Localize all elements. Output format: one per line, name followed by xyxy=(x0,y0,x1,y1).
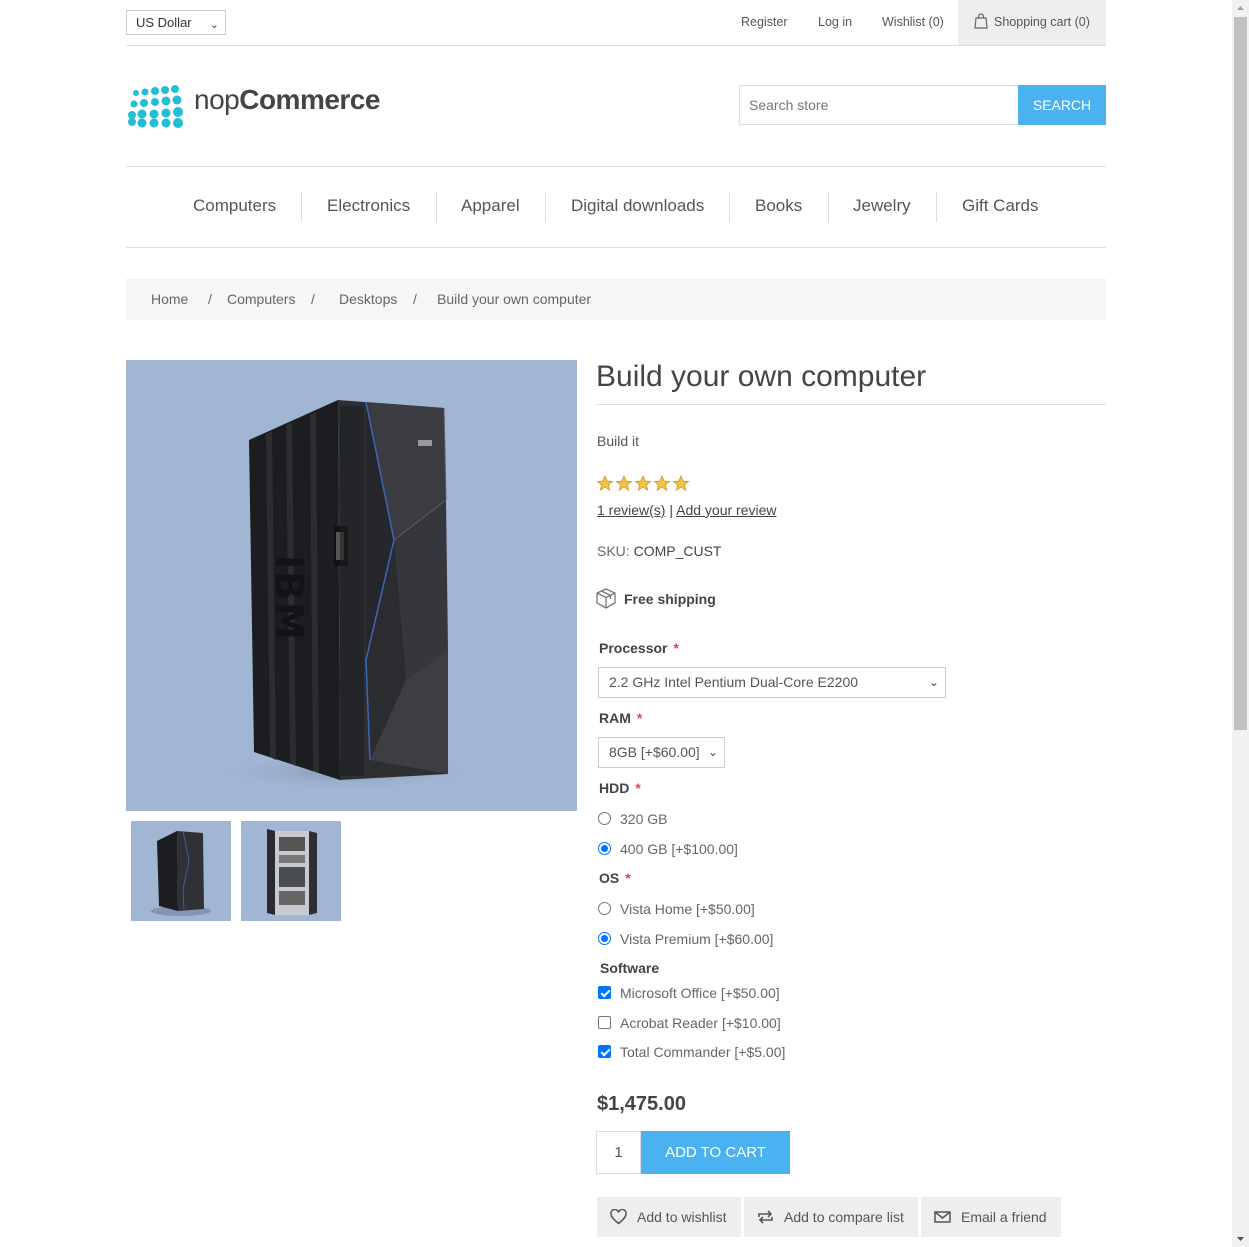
ram-label: RAM * xyxy=(599,710,643,726)
processor-selected: 2.2 GHz Intel Pentium Dual-Core E2200 xyxy=(609,674,859,690)
nav-books[interactable]: Books xyxy=(755,194,802,218)
wishlist-label: Add to wishlist xyxy=(637,1209,727,1225)
review-links: 1 review(s) | Add your review xyxy=(597,502,777,518)
cart-label: Shopping cart (0) xyxy=(994,15,1090,29)
checkbox[interactable] xyxy=(598,986,611,999)
nav-digital-downloads[interactable]: Digital downloads xyxy=(571,194,704,218)
breadcrumb-home[interactable]: Home xyxy=(151,290,188,308)
search-button[interactable]: SEARCH xyxy=(1018,85,1106,125)
product-thumbnail[interactable] xyxy=(131,821,231,921)
shopping-cart-link[interactable]: Shopping cart (0) xyxy=(958,0,1106,45)
logo-dots-icon xyxy=(128,85,183,128)
server-open-thumbnail xyxy=(267,829,317,915)
breadcrumb-current: Build your own computer xyxy=(437,291,592,307)
checkbox[interactable] xyxy=(598,1045,611,1058)
divider xyxy=(126,247,1106,248)
product-main-image[interactable]: IBM xyxy=(126,360,577,811)
svg-text:IBM: IBM xyxy=(267,555,311,642)
shipping-label: Free shipping xyxy=(624,591,716,607)
radio-button[interactable] xyxy=(598,842,611,855)
scroll-down-arrow-icon[interactable] xyxy=(1232,1230,1249,1247)
product-title: Build your own computer xyxy=(596,360,927,393)
chevron-down-icon: ⌄ xyxy=(209,19,219,31)
currency-value: US Dollar xyxy=(136,15,192,30)
os-label: OS * xyxy=(599,870,631,886)
email-a-friend-button[interactable]: Email a friend xyxy=(921,1197,1061,1237)
scrollbar-thumb[interactable] xyxy=(1234,17,1247,730)
chevron-down-icon: ⌄ xyxy=(928,675,939,689)
nav-separator xyxy=(436,192,437,222)
rating-stars xyxy=(597,475,690,492)
nav-computers[interactable]: Computers xyxy=(193,194,276,218)
required-mark: * xyxy=(673,640,679,656)
processor-label: Processor * xyxy=(599,640,679,656)
quantity-input[interactable]: 1 xyxy=(596,1131,641,1174)
add-review-link[interactable]: Add your review xyxy=(676,502,776,518)
scroll-up-arrow-icon[interactable] xyxy=(1232,0,1249,17)
heart-icon xyxy=(610,1209,627,1225)
compare-arrows-icon xyxy=(758,1210,773,1224)
nav-jewelry[interactable]: Jewelry xyxy=(853,194,911,218)
envelope-icon xyxy=(934,1211,951,1223)
compare-label: Add to compare list xyxy=(784,1209,904,1225)
product-thumbnail[interactable] xyxy=(241,821,341,921)
required-mark: * xyxy=(625,870,631,886)
store-logo[interactable]: nopCommerce xyxy=(126,82,380,130)
login-link[interactable]: Log in xyxy=(818,13,852,31)
breadcrumb-desktops[interactable]: Desktops xyxy=(339,290,397,308)
processor-select[interactable]: 2.2 GHz Intel Pentium Dual-Core E2200 ⌄ xyxy=(598,667,946,698)
nav-separator xyxy=(936,192,937,222)
wishlist-link[interactable]: Wishlist (0) xyxy=(882,13,944,31)
product-price: $1,475.00 xyxy=(597,1093,686,1115)
nav-separator xyxy=(729,192,730,222)
server-front-thumbnail xyxy=(151,830,211,916)
radio-button[interactable] xyxy=(598,812,611,825)
radio-button[interactable] xyxy=(598,932,611,945)
shopping-bag-icon xyxy=(974,13,988,29)
nav-gift-cards[interactable]: Gift Cards xyxy=(962,194,1039,218)
ram-selected: 8GB [+$60.00] xyxy=(609,744,700,760)
divider xyxy=(126,45,1106,46)
hdd-label: HDD * xyxy=(599,780,641,796)
server-tower-image: IBM xyxy=(206,400,486,792)
nav-separator xyxy=(301,192,302,222)
short-description: Build it xyxy=(597,433,640,449)
breadcrumb-separator: / xyxy=(311,291,315,307)
divider xyxy=(596,404,1106,405)
nav-electronics[interactable]: Electronics xyxy=(327,194,410,218)
package-icon xyxy=(596,588,616,609)
review-separator: | xyxy=(669,502,673,518)
ram-select[interactable]: 8GB [+$60.00] ⌄ xyxy=(598,737,725,768)
star-icon xyxy=(597,475,690,492)
nav-apparel[interactable]: Apparel xyxy=(461,194,520,218)
required-mark: * xyxy=(636,710,643,726)
chevron-down-icon: ⌄ xyxy=(707,745,718,759)
add-to-cart-button[interactable]: ADD TO CART xyxy=(641,1131,790,1174)
divider xyxy=(126,166,1106,167)
software-label: Software xyxy=(600,960,660,976)
add-to-compare-button[interactable]: Add to compare list xyxy=(744,1197,918,1237)
radio-button[interactable] xyxy=(598,902,611,915)
register-link[interactable]: Register xyxy=(741,13,788,31)
reviews-count-link[interactable]: 1 review(s) xyxy=(597,502,665,518)
sku-label: SKU: xyxy=(597,543,630,559)
nav-separator xyxy=(545,192,546,222)
checkbox[interactable] xyxy=(598,1016,611,1029)
nav-separator xyxy=(828,192,829,222)
logo-text: nopCommerce xyxy=(194,84,380,115)
breadcrumb-computers[interactable]: Computers xyxy=(227,290,295,308)
search-input[interactable] xyxy=(739,85,1019,125)
currency-selector[interactable]: US Dollar ⌄ xyxy=(126,10,226,35)
email-label: Email a friend xyxy=(961,1209,1047,1225)
add-to-wishlist-button[interactable]: Add to wishlist xyxy=(597,1197,741,1237)
required-mark: * xyxy=(635,780,641,796)
breadcrumb-separator: / xyxy=(413,291,417,307)
sku: SKU: COMP_CUST xyxy=(597,543,721,559)
breadcrumb-separator: / xyxy=(208,291,212,307)
sku-value: COMP_CUST xyxy=(633,543,722,559)
